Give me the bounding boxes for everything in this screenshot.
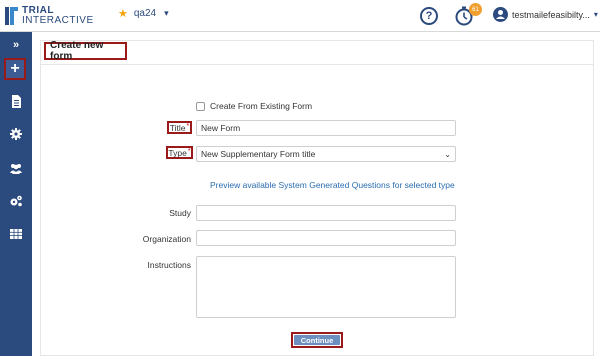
sidebar-item-configuration[interactable] [0,190,32,212]
user-name: testmailefeasibilty... [512,9,590,20]
sidebar-item-documents[interactable] [0,90,32,112]
new-form-button[interactable]: + [4,58,26,80]
type-select-value: New Supplementary Form title [201,149,316,159]
create-from-existing-label: Create From Existing Form [210,101,313,111]
help-icon[interactable]: ? [420,7,438,25]
chevron-down-icon: ⌄ [444,149,451,159]
settings-cogs-icon [10,195,22,207]
continue-button[interactable]: Continue [294,335,340,345]
star-icon: ★ [118,8,128,20]
study-input[interactable] [196,205,456,221]
organization-label: Organization [142,234,191,244]
required-mark: * [187,147,191,155]
chevron-down-icon: ▾ [593,10,598,19]
user-avatar-icon [493,7,508,22]
timer-badge: 61 [469,3,482,16]
instructions-label: Instructions [147,260,191,270]
study-selector[interactable]: ★ qa24 ▾ [118,7,169,20]
sidebar-item-settings[interactable] [0,123,32,145]
logo-text-interactive: INTERACTIVE [22,15,94,26]
chevron-down-icon: ▾ [164,8,169,18]
title-input[interactable]: New Form [196,120,456,136]
create-from-existing-checkbox[interactable] [196,101,205,111]
study-label: Study [169,208,191,218]
title-label: Title * [167,121,192,134]
header-divider [40,64,594,65]
sidebar-item-table[interactable] [0,223,32,245]
title-label-text: Title [169,122,186,133]
users-icon [10,163,22,174]
organization-input[interactable] [196,230,456,246]
trial-interactive-logo[interactable]: TRIAL INTERACTIVE [5,4,94,28]
sidebar: » + [0,32,32,356]
type-label: Type * [166,146,193,159]
sidebar-item-users[interactable] [0,157,32,179]
user-menu[interactable]: testmailefeasibilty... ▾ [493,7,598,22]
instructions-textarea[interactable] [196,256,456,318]
required-mark: * [186,122,190,130]
logo-mark-icon [5,7,18,25]
page-title: Create new form [44,40,127,62]
sidebar-expand-button[interactable]: » [0,34,32,56]
study-name: qa24 [133,8,157,19]
top-bar: TRIAL INTERACTIVE ★ qa24 ▾ ? 61 testmail… [0,0,600,32]
gear-icon [10,128,22,140]
type-select[interactable]: New Supplementary Form title ⌄ [196,146,456,162]
create-from-existing-option[interactable]: Create From Existing Form [196,101,312,111]
table-icon [10,229,22,239]
preview-questions-link[interactable]: Preview available System Generated Quest… [210,180,455,190]
document-icon [11,94,21,108]
continue-highlight: Continue [291,332,343,348]
type-label-text: Type [168,147,187,158]
